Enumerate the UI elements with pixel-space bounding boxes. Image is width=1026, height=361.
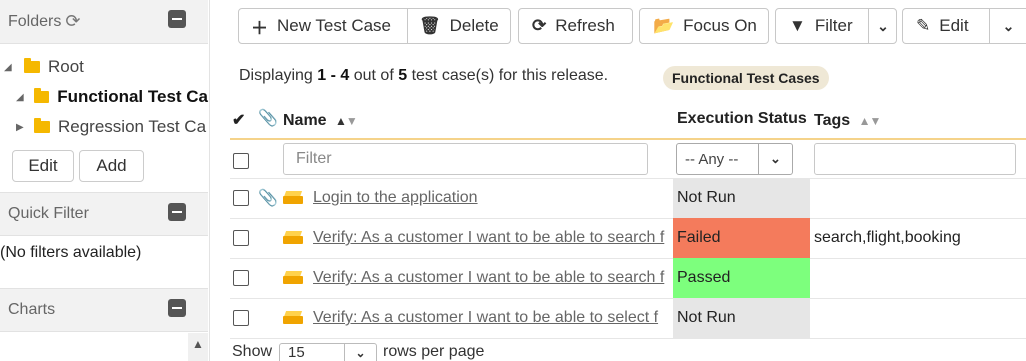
no-filters-text: (No filters available)	[0, 244, 142, 261]
tree-node-label: Regression Test Ca	[58, 117, 207, 136]
column-header-name[interactable]: Name ▲▼	[283, 112, 358, 130]
sidebar: Folders ⟳ ◢ Root ◢ Functional Test Ca ▶ …	[0, 0, 210, 361]
name-header-label: Name	[283, 112, 327, 129]
filter-label: Filter	[814, 16, 853, 35]
row-checkbox[interactable]	[233, 230, 249, 246]
minus-square-icon[interactable]	[168, 203, 186, 221]
row-divider	[230, 338, 1026, 339]
attachment-column-icon: 📎	[258, 110, 278, 127]
focus-on-label: Focus On	[683, 16, 757, 35]
trash-icon: 🗑	[419, 16, 441, 35]
test-case-link[interactable]: Verify: As a customer I want to be able …	[313, 309, 669, 327]
scroll-up-arrow-icon[interactable]: ▲	[188, 333, 208, 361]
select-all-checkbox[interactable]	[233, 153, 249, 169]
rows-per-page-label: rows per page	[383, 343, 485, 360]
folders-panel-header[interactable]: Folders ⟳	[0, 0, 208, 44]
test-case-icon	[283, 311, 303, 325]
delete-button[interactable]: 🗑 Delete	[407, 8, 511, 44]
column-header-execution-status[interactable]: Execution Status	[677, 110, 807, 128]
refresh-icon: ⟳	[532, 16, 547, 35]
refresh-label: Refresh	[555, 16, 615, 35]
sort-icon[interactable]: ▲▼	[859, 114, 882, 128]
quick-filter-panel-title: Quick Filter	[8, 205, 89, 222]
quick-filter-panel-header[interactable]: Quick Filter	[0, 192, 208, 236]
display-summary: Displaying 1 - 4 out of 5 test case(s) f…	[239, 67, 608, 85]
chevron-down-icon[interactable]: ⌄	[344, 344, 376, 361]
refresh-button[interactable]: ⟳ Refresh	[518, 8, 633, 44]
row-divider	[230, 258, 1026, 259]
new-test-case-label: New Test Case	[277, 16, 392, 35]
header-divider	[230, 138, 1026, 140]
status-cell: Failed	[673, 218, 810, 258]
edit-label: Edit	[939, 16, 969, 35]
filter-icon: ▼	[789, 16, 806, 35]
edit-icon: ✎	[916, 16, 931, 35]
row-divider	[230, 298, 1026, 299]
tree-node-regression-test-cases[interactable]: ▶ Regression Test Ca	[0, 112, 208, 142]
select-column-check-icon: ✔	[232, 112, 246, 129]
test-case-link[interactable]: Login to the application	[313, 189, 669, 207]
test-case-icon	[283, 271, 303, 285]
folder-icon	[24, 58, 40, 73]
status-cell: Not Run	[673, 178, 810, 218]
folder-add-button[interactable]: Add	[79, 150, 144, 182]
refresh-icon[interactable]: ⟳	[65, 11, 80, 32]
plus-icon: ＋	[251, 18, 268, 38]
status-cell: Passed	[673, 258, 810, 298]
filter-button[interactable]: ▼ Filter ⌄	[775, 8, 897, 44]
page-size-select[interactable]: 15 ⌄	[279, 343, 377, 361]
new-test-case-button[interactable]: ＋ New Test Case	[238, 8, 408, 44]
test-case-icon	[283, 191, 303, 205]
tags-header-label: Tags	[814, 112, 851, 129]
folder-open-icon: 📂	[653, 16, 675, 35]
delete-label: Delete	[449, 16, 499, 35]
row-checkbox[interactable]	[233, 310, 249, 326]
show-label: Show	[232, 343, 273, 360]
folder-edit-button[interactable]: Edit	[12, 150, 74, 182]
summary-prefix: Displaying	[239, 67, 313, 84]
status-filter-value: -- Any --	[685, 150, 739, 168]
tree-node-functional-test-cases[interactable]: ◢ Functional Test Ca	[0, 82, 208, 112]
folder-tree: ◢ Root ◢ Functional Test Ca ▶ Regression…	[0, 52, 208, 142]
sort-icon[interactable]: ▲▼	[335, 114, 358, 128]
attachment-icon[interactable]: 📎	[258, 188, 278, 208]
tree-node-label: Root	[48, 57, 84, 76]
tags-cell: search,flight,booking	[814, 229, 961, 246]
caret-down-icon[interactable]: ◢	[16, 92, 26, 103]
summary-range: 1 - 4	[317, 67, 350, 84]
minus-square-icon[interactable]	[168, 10, 186, 28]
folders-panel-title: Folders	[8, 12, 62, 30]
caret-right-icon[interactable]: ▶	[16, 122, 26, 133]
tags-filter-input[interactable]	[814, 143, 1016, 175]
tree-node-label: Functional Test Ca	[57, 87, 209, 106]
folder-open-icon	[33, 88, 50, 103]
summary-middle: out of	[353, 67, 394, 84]
edit-button[interactable]: ✎ Edit ⌄	[902, 8, 1026, 44]
chevron-down-icon[interactable]: ⌄	[868, 9, 897, 43]
status-filter-select[interactable]: -- Any -- ⌄	[676, 143, 793, 175]
summary-total: 5	[398, 67, 408, 84]
folder-badge: Functional Test Cases	[663, 66, 829, 90]
summary-suffix: test case(s) for this release.	[411, 67, 609, 84]
page-size-value: 15	[288, 344, 305, 361]
status-cell: Not Run	[673, 298, 810, 338]
row-checkbox[interactable]	[233, 190, 249, 206]
minus-square-icon[interactable]	[168, 299, 186, 317]
row-divider	[230, 218, 1026, 219]
focus-on-button[interactable]: 📂 Focus On	[639, 8, 769, 44]
tree-node-root[interactable]: ◢ Root	[0, 52, 208, 82]
name-filter-input[interactable]: Filter	[283, 143, 648, 175]
row-divider	[230, 178, 1026, 179]
test-case-link[interactable]: Verify: As a customer I want to be able …	[313, 229, 669, 247]
chevron-down-icon[interactable]: ⌄	[758, 144, 792, 174]
column-header-tags[interactable]: Tags ▲▼	[814, 112, 882, 130]
chevron-down-icon[interactable]: ⌄	[989, 9, 1026, 43]
folder-icon	[34, 118, 50, 133]
caret-down-icon[interactable]: ◢	[4, 62, 14, 73]
charts-panel-header[interactable]: Charts	[0, 288, 208, 332]
row-checkbox[interactable]	[233, 270, 249, 286]
test-case-link[interactable]: Verify: As a customer I want to be able …	[313, 269, 669, 287]
charts-panel-title: Charts	[8, 301, 56, 318]
test-case-icon	[283, 231, 303, 245]
